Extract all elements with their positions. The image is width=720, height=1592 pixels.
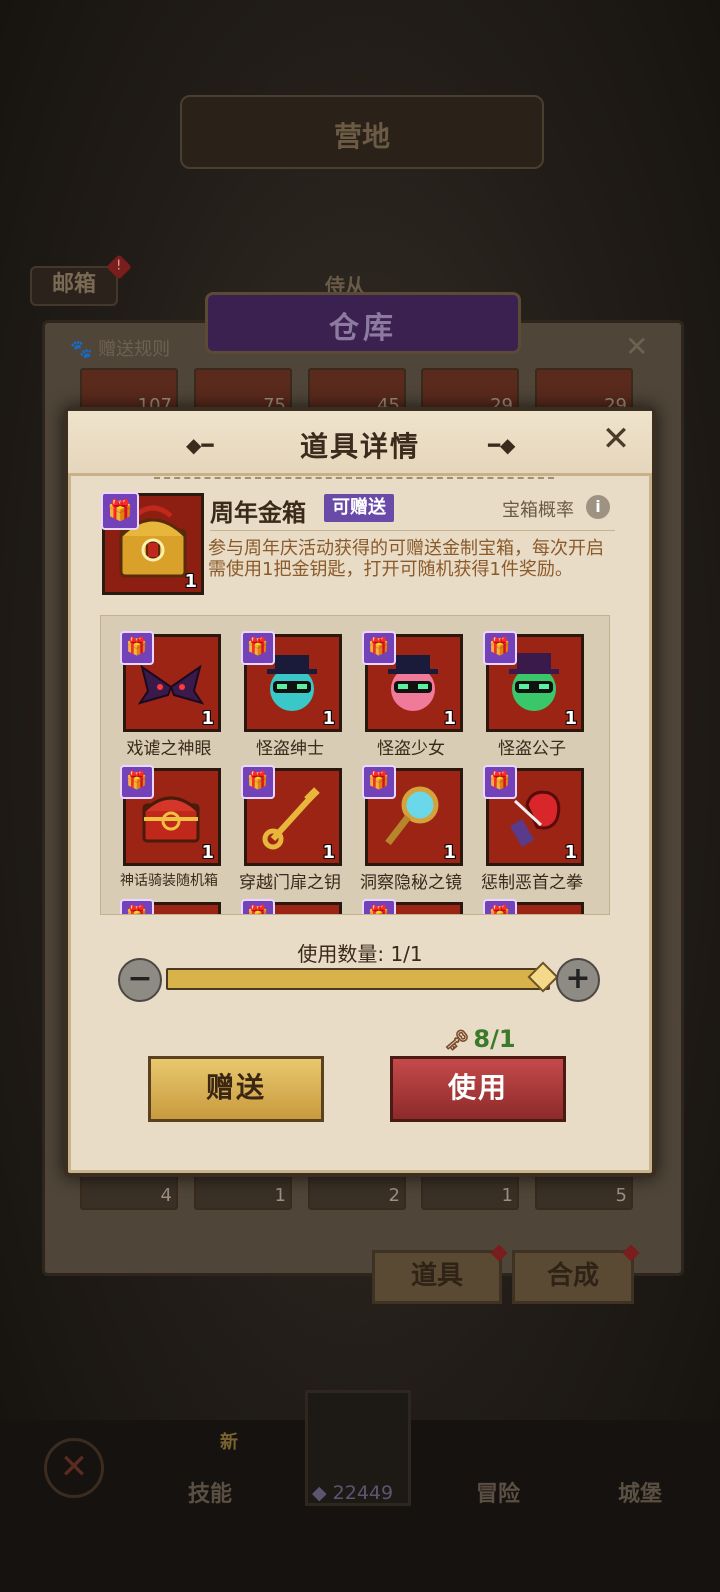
- reward-icon-box: 🎁 1: [362, 631, 463, 732]
- reward-list[interactable]: 🎁 1 戏谑之神眼 🎁 1 怪盗绅士 🎁 1 怪盗少女 🎁 1 怪盗公子 🎁 1…: [100, 615, 610, 915]
- reward-icon-box: 🎁: [362, 899, 463, 914]
- gift-icon: 🎁: [362, 631, 396, 665]
- golden-chest-item-icon: 🎁 1: [101, 492, 204, 595]
- giftable-badge: 可赠送: [324, 494, 394, 522]
- reward-name: 怪盗绅士: [256, 739, 324, 759]
- reward-name: 神话骑装随机箱: [120, 873, 218, 889]
- plus-icon[interactable]: +: [556, 958, 600, 1002]
- item-description: 参与周年庆活动获得的可赠送金制宝箱，每次开启需使用1把金钥匙，打开可随机获得1件…: [208, 538, 604, 580]
- gift-icon: 🎁: [101, 492, 139, 530]
- reward-icon-box: 🎁: [120, 899, 221, 914]
- gift-icon: 🎁: [120, 631, 154, 665]
- gift-button[interactable]: 赠送: [148, 1056, 324, 1122]
- gift-rules-link[interactable]: 🐾 赠送规则: [70, 335, 170, 361]
- gift-icon: 🎁: [241, 631, 275, 665]
- reward-count: 1: [564, 708, 577, 729]
- mailbox-label: 邮箱: [51, 272, 96, 297]
- reward-name: 穿越门扉之钥: [239, 873, 341, 893]
- reward-count: 1: [322, 842, 335, 863]
- reward-name: 戏谑之神眼: [126, 739, 212, 759]
- key-icon: 🗝: [444, 1028, 470, 1052]
- gift-icon: 🎁: [362, 765, 396, 799]
- chest-probability-link[interactable]: 宝箱概率: [502, 496, 574, 522]
- reward-icon-box: 🎁: [241, 899, 342, 914]
- gift-icon: 🎁: [241, 765, 275, 799]
- reward-count: 1: [322, 708, 335, 729]
- ornament-icon: ━◆: [488, 433, 516, 457]
- gift-icon: 🎁: [120, 765, 154, 799]
- reward-icon-box: 🎁 1: [362, 765, 463, 866]
- warehouse-title-banner: 仓库: [205, 292, 521, 354]
- reward-name: 洞察隐秘之镜: [360, 873, 462, 893]
- tab-synthesis[interactable]: 合成: [512, 1244, 640, 1304]
- warehouse-title: 仓库: [329, 311, 397, 346]
- nav-castle[interactable]: 城堡: [618, 1476, 662, 1508]
- minus-icon[interactable]: −: [118, 958, 162, 1002]
- quantity-label: 使用数量: 1/1: [297, 942, 423, 966]
- reward-count: 1: [201, 842, 214, 863]
- gem-counter: ◆ 22449: [312, 1482, 394, 1504]
- dialog-title: 道具详情: [299, 430, 420, 463]
- reward-icon-box: 🎁 1: [483, 631, 584, 732]
- tab-items[interactable]: 道具: [372, 1244, 508, 1304]
- gift-icon: 🎁: [483, 765, 517, 799]
- info-icon[interactable]: i: [586, 495, 610, 519]
- reward-icon-box: 🎁 1: [120, 765, 221, 866]
- reward-icon-box: 🎁 1: [241, 765, 342, 866]
- reward-count: 1: [564, 842, 577, 863]
- key-cost: 🗝 8/1: [444, 1025, 516, 1053]
- item-name: 周年金箱: [210, 499, 306, 527]
- reward-icon-box: 🎁 1: [120, 631, 221, 732]
- mailbox-button[interactable]: 邮箱: [30, 266, 118, 306]
- gift-icon: 🎁: [362, 899, 396, 914]
- reward-icon-box: 🎁: [483, 899, 584, 914]
- reward-icon-box: 🎁 1: [241, 631, 342, 732]
- reward-name: 怪盗少女: [377, 739, 445, 759]
- key-cost-value: 8/1: [473, 1025, 516, 1053]
- gift-icon: 🎁: [241, 899, 275, 914]
- gift-icon: 🎁: [483, 631, 517, 665]
- close-circle-icon[interactable]: ✕: [44, 1438, 104, 1498]
- nav-adventure[interactable]: 冒险: [476, 1476, 520, 1508]
- reward-count: 1: [443, 842, 456, 863]
- nav-skills[interactable]: 技能: [188, 1476, 232, 1508]
- quantity-slider[interactable]: [166, 968, 550, 990]
- item-count: 1: [184, 571, 197, 592]
- header-ruler: [154, 469, 554, 479]
- warehouse-close-icon[interactable]: ✕: [625, 330, 648, 363]
- reward-name: 怪盗公子: [498, 739, 566, 759]
- dialog-header: ◆━ 道具详情 ━◆ ✕: [68, 411, 652, 479]
- new-badge: 新: [220, 1432, 238, 1453]
- reward-name: 惩制恶首之拳: [481, 873, 583, 893]
- gift-icon: 🎁: [483, 899, 517, 914]
- reward-icon-box: 🎁 1: [483, 765, 584, 866]
- camp-banner: 营地: [180, 95, 544, 169]
- use-button[interactable]: 使用: [390, 1056, 566, 1122]
- divider: [210, 530, 615, 531]
- reward-count: 1: [201, 708, 214, 729]
- gift-icon: 🎁: [120, 899, 154, 914]
- close-icon[interactable]: ✕: [598, 421, 634, 457]
- camp-title: 营地: [333, 120, 390, 153]
- reward-count: 1: [443, 708, 456, 729]
